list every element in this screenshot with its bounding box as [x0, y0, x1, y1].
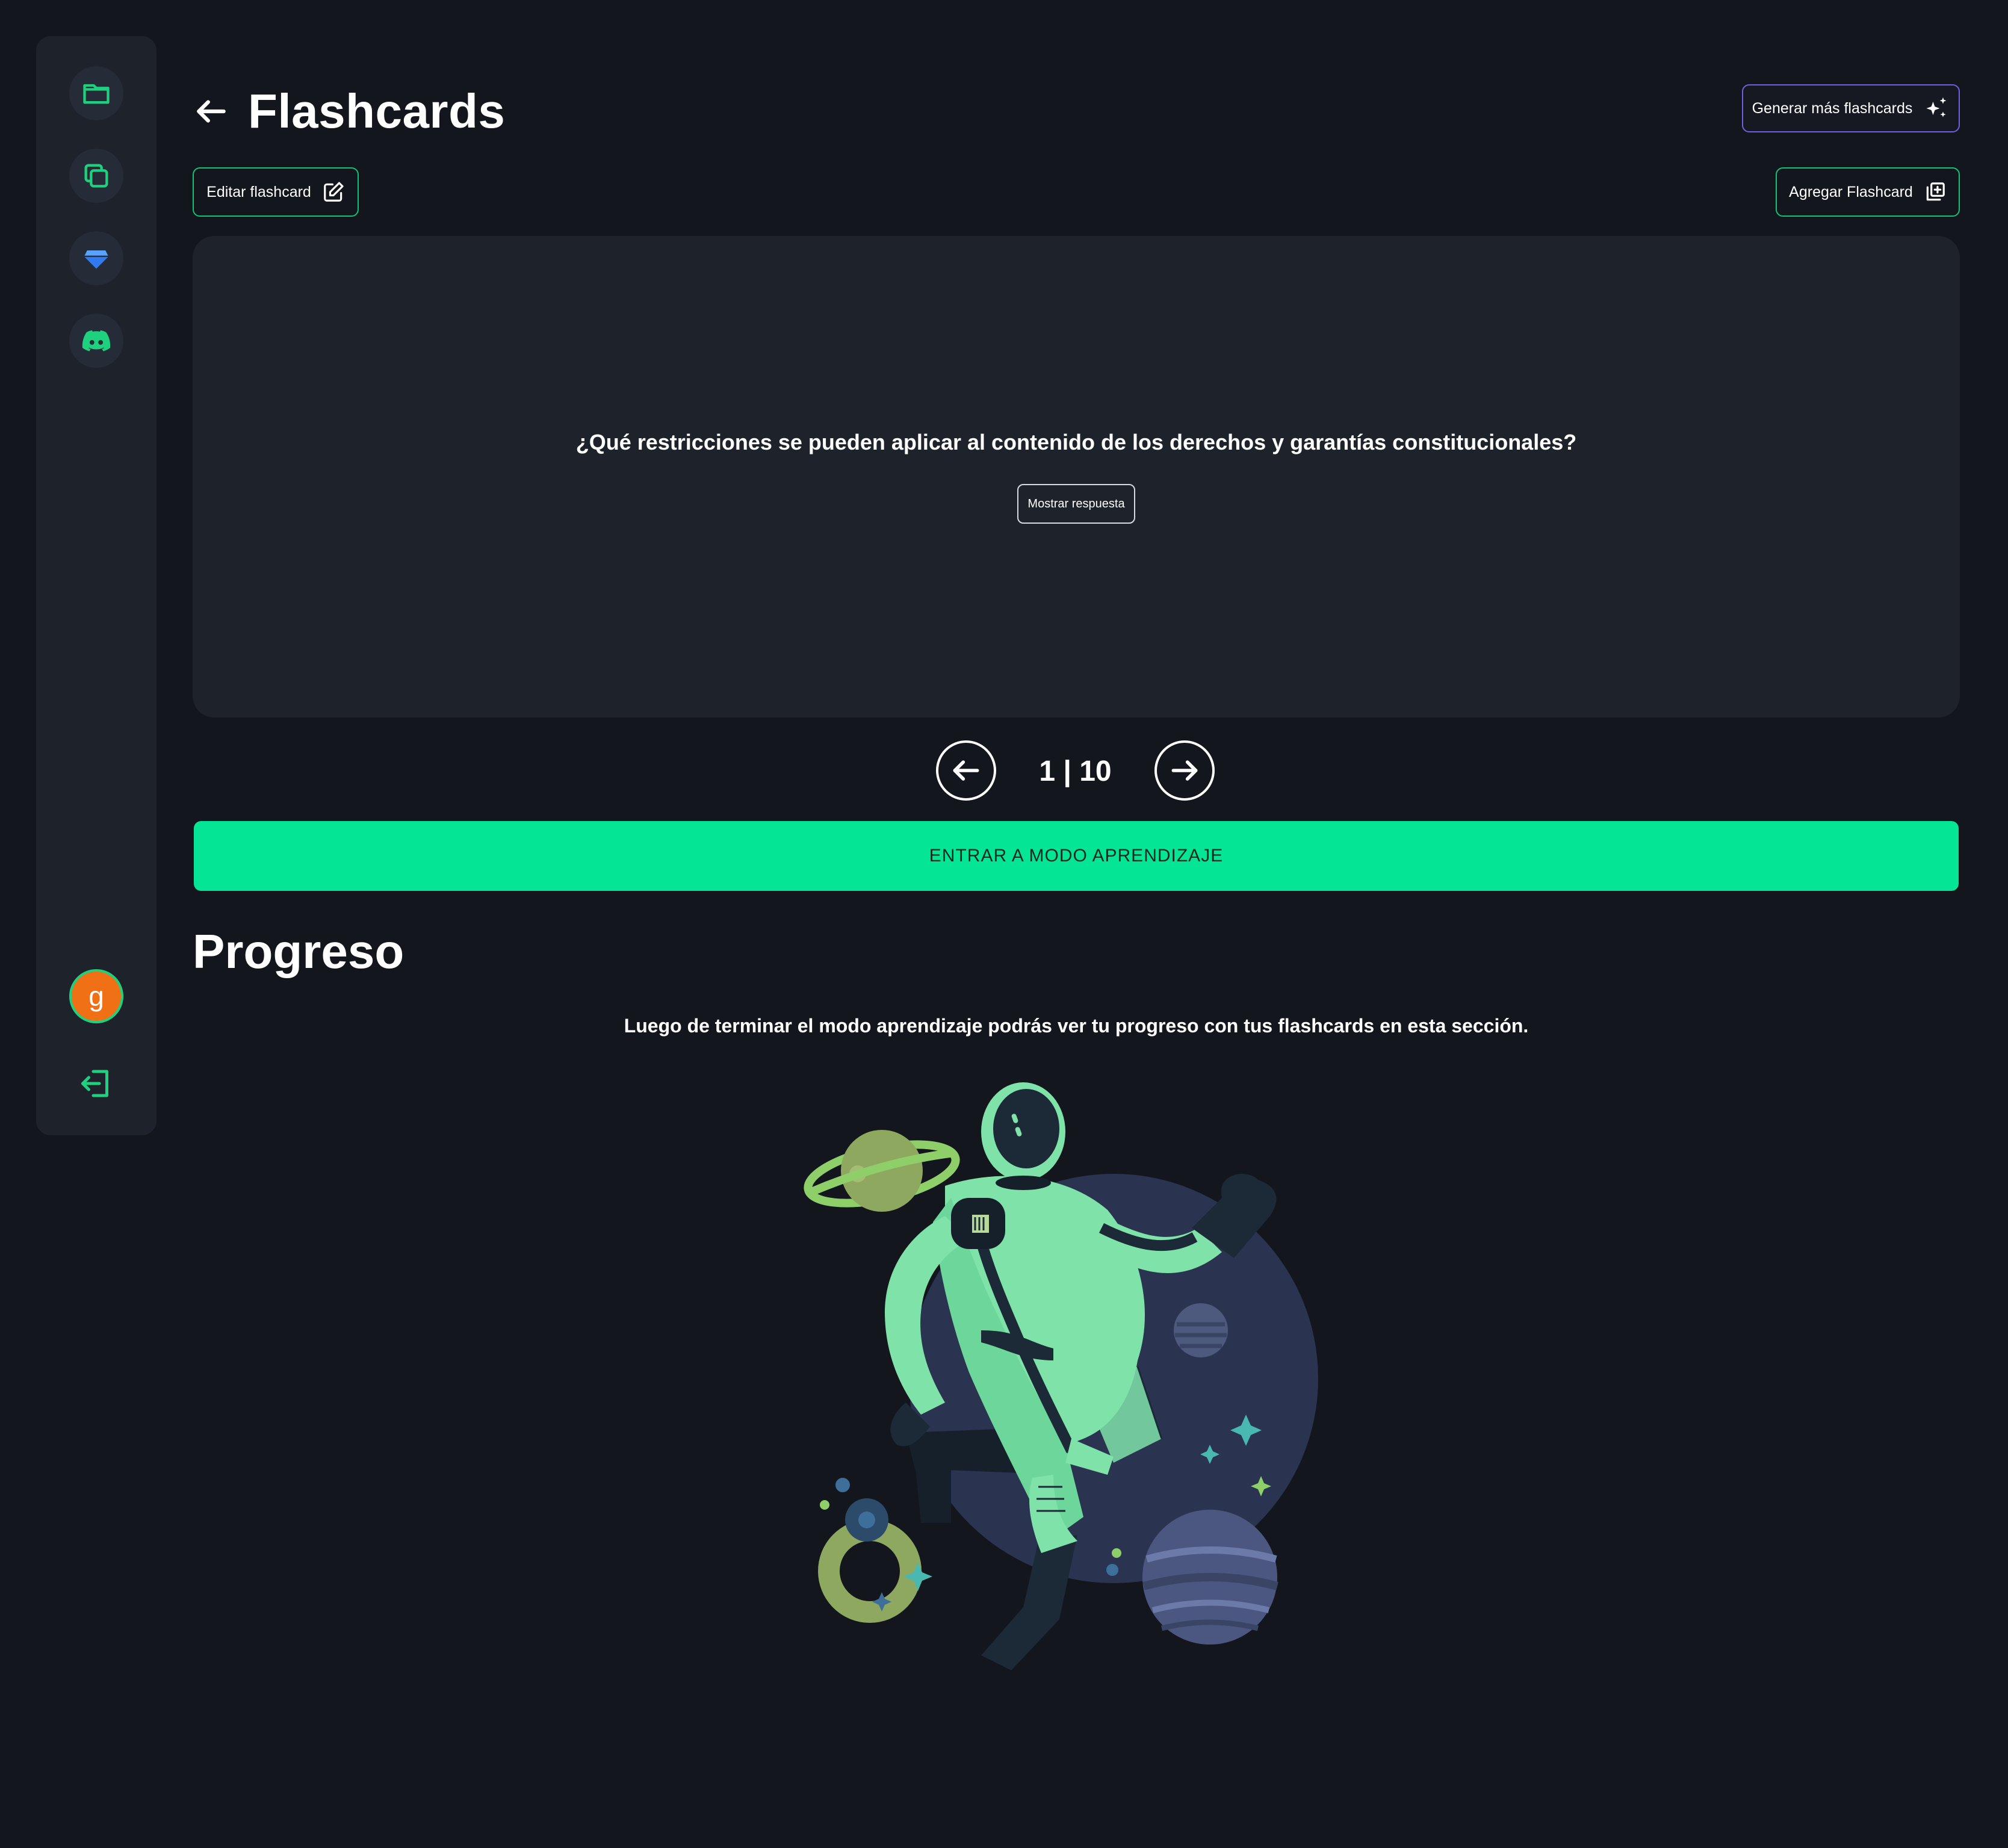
- copy-icon: [84, 164, 108, 188]
- astronaut-illustration: [804, 1082, 1318, 1670]
- sidebar-item-premium[interactable]: [69, 231, 123, 285]
- page-header: Flashcards: [193, 75, 505, 147]
- show-answer-button[interactable]: Mostrar respuesta: [1017, 484, 1135, 524]
- sparkles-icon: [1926, 97, 1947, 117]
- edit-icon: [324, 182, 344, 202]
- page-title: Flashcards: [248, 84, 506, 138]
- sidebar-item-discord[interactable]: [69, 314, 123, 368]
- sidebar-item-folders[interactable]: [69, 66, 123, 120]
- progress-description: Luego de terminar el modo aprendizaje po…: [624, 1015, 1529, 1037]
- edit-label: Editar flashcard: [206, 183, 311, 200]
- pagination: 1 | 10: [936, 740, 1215, 803]
- flashcard-question: ¿Qué restricciones se pueden aplicar al …: [575, 430, 1577, 454]
- logout-icon: [81, 1070, 108, 1097]
- learn-mode-button[interactable]: ENTRAR A MODO APRENDIZAJE: [194, 821, 1959, 891]
- sidebar: g: [36, 36, 156, 1135]
- back-button[interactable]: [193, 90, 235, 132]
- sidebar-item-flashcards[interactable]: [69, 149, 123, 203]
- add-flashcard-button[interactable]: Agregar Flashcard: [1776, 167, 1960, 217]
- next-card-button[interactable]: [1154, 740, 1215, 801]
- logout-button[interactable]: [72, 1059, 120, 1108]
- add-label: Agregar Flashcard: [1789, 183, 1913, 200]
- folder-icon: [83, 84, 110, 104]
- generate-label: Generar más flashcards: [1752, 99, 1913, 117]
- previous-card-button[interactable]: [936, 740, 996, 801]
- generate-more-flashcards-button[interactable]: Generar más flashcards: [1742, 84, 1960, 132]
- arrow-left-icon: [953, 760, 979, 781]
- avatar-initial: g: [88, 981, 104, 1012]
- discord-icon: [82, 330, 111, 352]
- diamond-icon: [84, 250, 108, 269]
- arrow-right-icon: [1171, 760, 1198, 781]
- page-counter: 1 | 10: [1039, 755, 1112, 787]
- add-copy-icon: [1926, 182, 1945, 201]
- flashcard[interactable]: ¿Qué restricciones se pueden aplicar al …: [193, 236, 1960, 718]
- arrow-left-icon: [197, 100, 226, 123]
- edit-flashcard-button[interactable]: Editar flashcard: [193, 167, 359, 217]
- progress-title: Progreso: [193, 925, 404, 978]
